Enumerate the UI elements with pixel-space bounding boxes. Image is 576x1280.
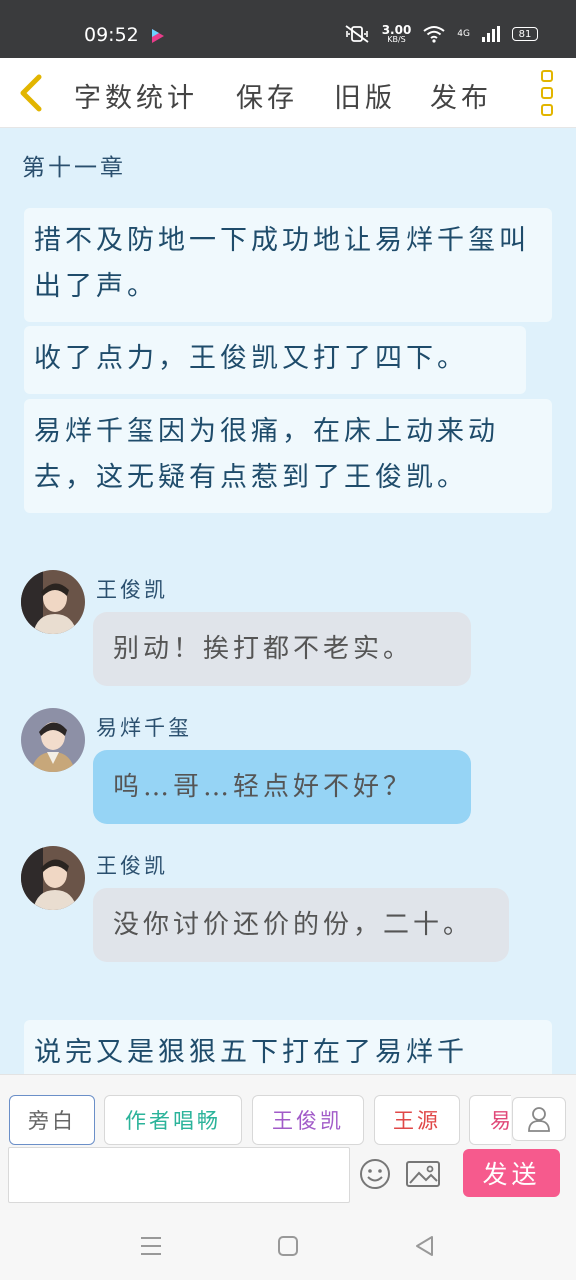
avatar[interactable] <box>21 708 85 772</box>
chevron-left-icon <box>20 74 42 112</box>
user-icon <box>528 1107 550 1132</box>
role-label: 王源 <box>393 1109 441 1133</box>
story-content[interactable]: 第十一章 措不及防地一下成功地让易烊千玺叫出了声。 收了点力，王俊凯又打了四下。… <box>0 128 576 1074</box>
battery-icon: 81 <box>512 27 538 41</box>
battery-level: 81 <box>518 28 532 40</box>
role-label: 旁白 <box>28 1109 76 1133</box>
chat-bubble[interactable]: 别动！挨打都不老实。 <box>93 612 471 686</box>
narration-block[interactable]: 收了点力，王俊凯又打了四下。 <box>24 326 526 394</box>
narration-block[interactable]: 措不及防地一下成功地让易烊千玺叫出了声。 <box>24 208 552 322</box>
role-label: 易 <box>490 1105 511 1135</box>
status-bar: 09:52 3.00 KB/S 4G 81 <box>0 0 576 58</box>
send-button[interactable]: 发送 <box>463 1149 560 1197</box>
avatar-yi-yangqianxi-icon <box>21 708 85 772</box>
publish-button[interactable]: 发布 <box>430 76 492 115</box>
chat-bubble[interactable]: 没你讨价还价的份，二十。 <box>93 888 509 962</box>
menu-lines-icon <box>141 1237 161 1255</box>
wifi-icon <box>423 26 445 43</box>
message-input[interactable] <box>8 1147 350 1203</box>
back-nav-button[interactable] <box>410 1232 438 1260</box>
home-square-icon <box>278 1236 298 1256</box>
speaker-name: 王俊凯 <box>96 854 168 878</box>
role-label: 王俊凯 <box>272 1109 344 1133</box>
avatar-wang-junkai-icon <box>21 570 85 634</box>
more-menu-button[interactable] <box>534 70 560 116</box>
avatar[interactable] <box>21 570 85 634</box>
emoji-icon <box>360 1159 390 1189</box>
network-type: 4G <box>457 29 470 39</box>
emoji-button[interactable] <box>358 1157 392 1191</box>
role-tab-yi[interactable]: 易 <box>469 1095 511 1145</box>
role-tab-wang-yuan[interactable]: 王源 <box>374 1095 460 1145</box>
speaker-name: 易烊千玺 <box>96 716 192 740</box>
back-button[interactable] <box>12 72 48 114</box>
role-input-bar: 旁白 作者唱畅 王俊凯 王源 易 发送 <box>0 1074 576 1210</box>
editor-toolbar: 字数统计 保存 旧版 发布 <box>0 58 576 128</box>
narration-block[interactable]: 易烊千玺因为很痛，在床上动来动去，这无疑有点惹到了王俊凯。 <box>24 399 552 513</box>
app-notification-icon <box>152 29 164 43</box>
menu-dot <box>541 70 553 82</box>
status-icons: 3.00 KB/S 4G 81 <box>344 24 538 44</box>
avatar[interactable] <box>21 846 85 910</box>
menu-dot <box>541 104 553 116</box>
menu-dot <box>541 87 553 99</box>
back-triangle-icon <box>416 1236 433 1256</box>
old-version-button[interactable]: 旧版 <box>334 76 396 115</box>
narration-block[interactable]: 说完又是狠狠五下打在了易烊千 <box>24 1020 552 1074</box>
role-tab-wang-junkai[interactable]: 王俊凯 <box>252 1095 364 1145</box>
status-time: 09:52 <box>84 24 139 46</box>
add-role-button[interactable] <box>512 1097 566 1141</box>
role-tab-author[interactable]: 作者唱畅 <box>104 1095 242 1145</box>
system-nav-bar <box>0 1210 576 1280</box>
signal-icon <box>482 26 500 42</box>
save-button[interactable]: 保存 <box>236 76 298 115</box>
speed-unit: KB/S <box>387 35 406 44</box>
role-label: 作者唱畅 <box>125 1109 221 1133</box>
speaker-name: 王俊凯 <box>96 578 168 602</box>
role-tab-narrator[interactable]: 旁白 <box>9 1095 95 1145</box>
recent-apps-button[interactable] <box>137 1232 165 1260</box>
mute-vibrate-icon <box>345 25 369 43</box>
avatar-wang-junkai-icon <box>21 846 85 910</box>
image-icon <box>406 1161 440 1187</box>
word-count-button[interactable]: 字数统计 <box>74 76 198 115</box>
image-button[interactable] <box>405 1159 441 1189</box>
network-speed: 3.00 KB/S <box>382 24 412 44</box>
home-button[interactable] <box>274 1232 302 1260</box>
chapter-title[interactable]: 第十一章 <box>22 148 126 182</box>
chat-bubble[interactable]: 呜…哥…轻点好不好？ <box>93 750 471 824</box>
